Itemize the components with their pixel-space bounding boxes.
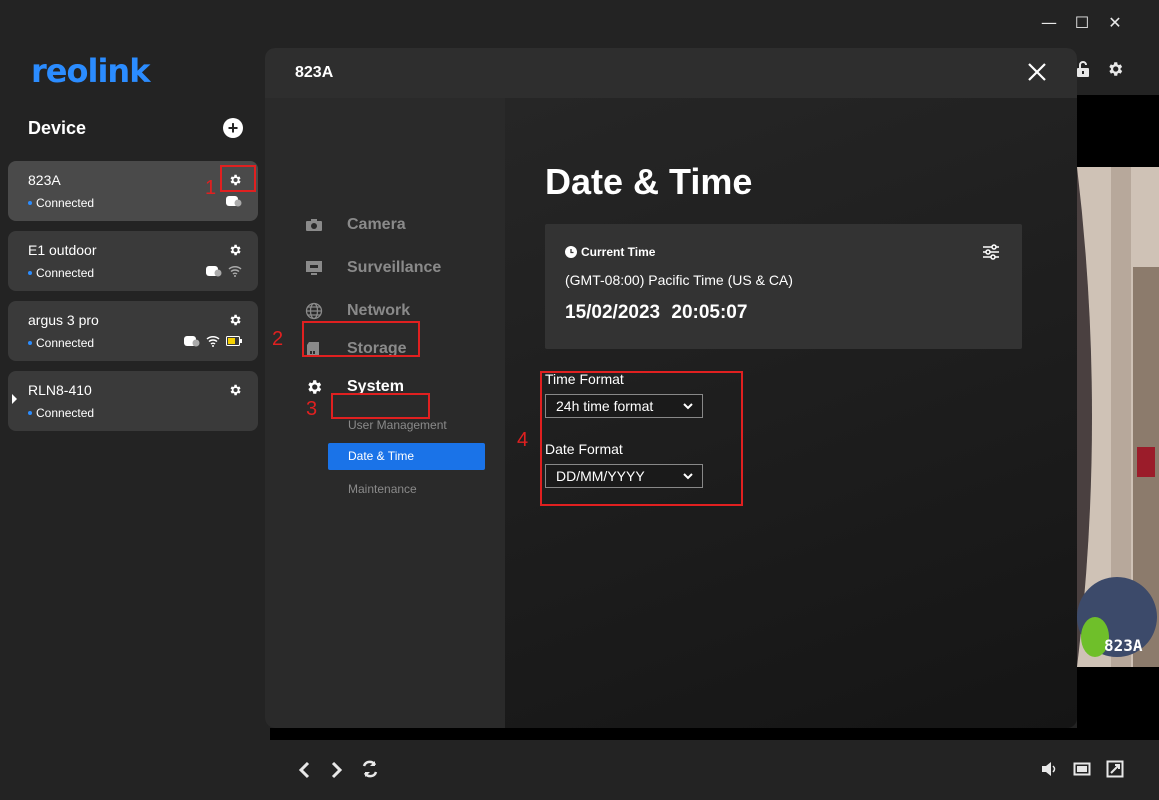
modal-close-icon[interactable] [1027, 62, 1049, 84]
previous-arrow-icon[interactable] [297, 760, 317, 780]
unlock-icon[interactable] [1075, 60, 1095, 80]
device-status: Connected [28, 336, 94, 350]
annotation-number-3: 3 [306, 398, 318, 420]
playback-toolbar [270, 740, 1159, 800]
device-name: E1 outdoor [28, 242, 97, 258]
screen-layout-icon[interactable] [1073, 760, 1093, 780]
device-status-icons [226, 195, 242, 207]
nav-sub-date-time[interactable]: Date & Time [328, 443, 485, 470]
close-window-button[interactable]: ✕ [1104, 12, 1126, 34]
add-device-button[interactable]: + [223, 118, 243, 138]
minimize-button[interactable]: — [1038, 12, 1060, 34]
nav-sub-maintenance[interactable]: Maintenance [348, 482, 417, 496]
monitor-icon [306, 261, 322, 275]
camera-device-icon [206, 266, 222, 277]
device-name: argus 3 pro [28, 312, 99, 328]
modal-header: 823A [265, 48, 1077, 98]
volume-icon[interactable] [1040, 760, 1060, 780]
device-name: RLN8-410 [28, 382, 92, 398]
expand-arrow-icon[interactable] [12, 394, 17, 404]
device-status: Connected [28, 196, 94, 210]
maximize-button[interactable]: ☐ [1071, 12, 1093, 34]
fullscreen-icon[interactable] [1106, 760, 1126, 780]
nav-camera[interactable]: Camera [305, 216, 406, 234]
camera-view-label: 823A [1104, 636, 1143, 655]
next-arrow-icon[interactable] [330, 760, 350, 780]
device-card-rln8-410[interactable]: RLN8-410 Connected [8, 371, 258, 431]
page-title: Date & Time [545, 161, 753, 202]
wifi-icon [206, 335, 220, 347]
gear-icon [308, 380, 322, 394]
annotation-number-2: 2 [272, 328, 284, 350]
nav-surveillance[interactable]: Surveillance [305, 259, 441, 277]
device-status-icons [206, 265, 242, 277]
device-status: Connected [28, 406, 94, 420]
settings-gear-icon[interactable] [1106, 60, 1126, 80]
modal-title: 823A [295, 64, 334, 81]
clock-icon [565, 246, 577, 258]
annotation-number-1: 1 [205, 177, 217, 199]
annotation-box-2 [302, 321, 420, 357]
device-settings-gear-icon[interactable] [228, 243, 242, 257]
camera-icon [306, 219, 322, 231]
current-datetime: 15/02/2023 20:05:07 [565, 302, 748, 323]
globe-icon [305, 302, 323, 320]
nav-network[interactable]: Network [305, 302, 410, 320]
annotation-box-1 [220, 165, 256, 192]
device-status-icons [184, 335, 242, 347]
device-settings-gear-icon[interactable] [228, 313, 242, 327]
wifi-icon [228, 265, 242, 277]
timezone-text: (GMT-08:00) Pacific Time (US & CA) [565, 272, 793, 288]
reolink-logo: reolink [31, 52, 150, 90]
camera-device-icon [226, 196, 242, 207]
battery-icon [226, 336, 242, 346]
current-time-header: Current Time [565, 245, 655, 259]
refresh-icon[interactable] [361, 760, 381, 780]
device-settings-gear-icon[interactable] [228, 383, 242, 397]
video-bottom-strip [270, 728, 1159, 740]
annotation-number-4: 4 [517, 429, 529, 451]
sidebar-title: Device [28, 118, 87, 138]
camera-device-icon [184, 336, 200, 347]
camera-live-view[interactable] [1077, 167, 1159, 667]
nav-sub-user-management[interactable]: User Management [348, 418, 447, 432]
time-settings-sliders-icon[interactable] [982, 244, 1000, 260]
device-card-argus-3-pro[interactable]: argus 3 pro Connected [8, 301, 258, 361]
current-time-card: Current Time (GMT-08:00) Pacific Time (U… [545, 224, 1022, 349]
device-card-e1-outdoor[interactable]: E1 outdoor Connected [8, 231, 258, 291]
device-name: 823A [28, 172, 61, 188]
device-status: Connected [28, 266, 94, 280]
annotation-box-3 [331, 393, 430, 419]
annotation-box-4 [540, 371, 743, 506]
